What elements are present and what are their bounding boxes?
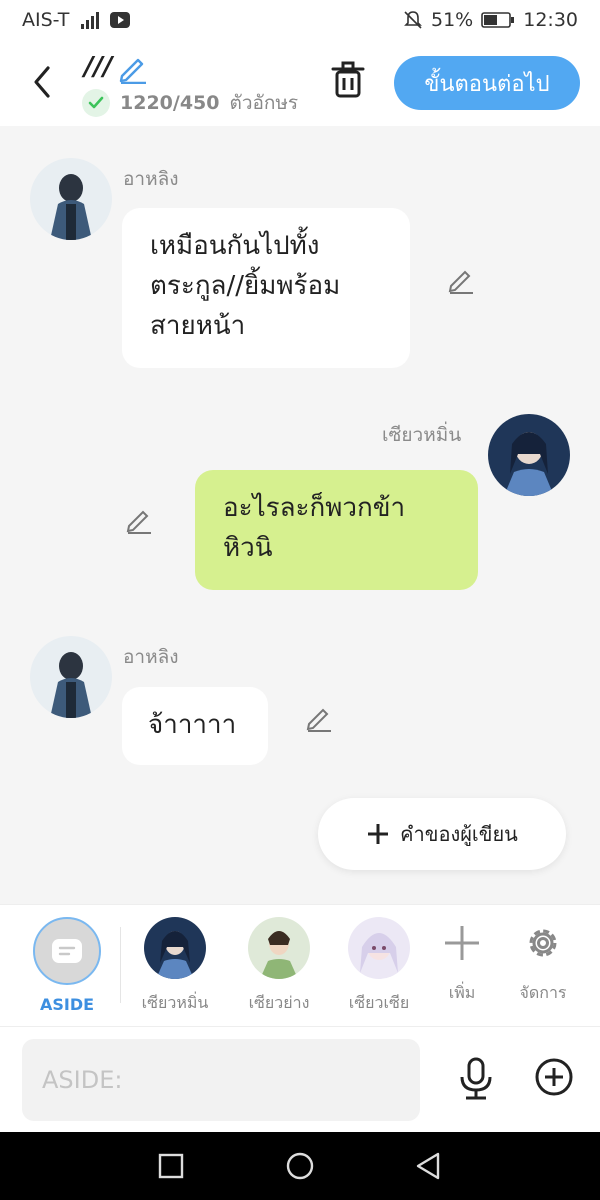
clock: 12:30: [523, 9, 578, 31]
back-icon[interactable]: [28, 62, 58, 102]
recent-apps-icon[interactable]: [158, 1153, 184, 1179]
manage-label: จัดการ: [519, 983, 567, 1002]
plus-icon: [368, 824, 389, 844]
message-bubble[interactable]: เหมือนกันไปทั้ง ตระกูล//ยิ้มพร้อม สายหน้…: [122, 208, 410, 368]
gear-icon: [529, 929, 557, 957]
editor-header: /// 1220/450 ตัวอักษร ขั้นตอนต่อไป: [0, 42, 600, 126]
author-note-label: คำของผู้เขียน: [400, 822, 518, 846]
character-count-row: 1220/450 ตัวอักษร: [82, 88, 302, 118]
character-label: เซียวหมิ่น: [141, 993, 209, 1012]
avatar[interactable]: [30, 636, 112, 718]
mute-bell-icon: [404, 11, 422, 29]
sender-name: เซียวหมิ่น: [382, 424, 462, 446]
character-count-label: ตัวอักษร: [229, 92, 299, 114]
edit-message-icon[interactable]: [446, 264, 476, 294]
avatar[interactable]: [488, 414, 570, 496]
trash-icon[interactable]: [330, 60, 366, 100]
character-label: ASIDE: [39, 995, 95, 1014]
status-bar: AIS-T 51% 12:30: [0, 0, 600, 42]
back-nav-icon[interactable]: [414, 1151, 442, 1181]
system-nav-bar: [0, 1132, 600, 1200]
check-icon: [82, 89, 110, 117]
character-bar: ASIDE เซียวหมิ่น เซียวย่าง เซียวเซีย เพิ…: [0, 904, 600, 1027]
character-item[interactable]: เซียวหมิ่น: [130, 917, 220, 1016]
add-label: เพิ่ม: [448, 983, 476, 1002]
message-bubble[interactable]: อะไรละก็พวกข้า หิวนิ: [195, 470, 478, 590]
manage-characters-button[interactable]: จัดการ: [498, 917, 588, 1006]
chat-area: อาหลิง เหมือนกันไปทั้ง ตระกูล//ยิ้มพร้อม…: [0, 126, 600, 904]
story-title[interactable]: ///: [84, 52, 113, 82]
message-bubble[interactable]: จ้าาาาา: [122, 687, 268, 765]
edit-message-icon[interactable]: [124, 504, 154, 534]
character-count: 1220/450: [120, 92, 220, 114]
edit-message-icon[interactable]: [304, 702, 334, 732]
add-character-button[interactable]: เพิ่ม: [418, 917, 506, 1006]
message-input[interactable]: [22, 1039, 420, 1121]
author-note-button[interactable]: คำของผู้เขียน: [318, 798, 566, 870]
screen-record-icon: [110, 12, 131, 28]
divider: [120, 927, 121, 1003]
battery-percent: 51%: [431, 9, 474, 31]
sender-name: อาหลิง: [123, 646, 179, 668]
signal-icon: [81, 12, 100, 29]
character-label: เซียวย่าง: [248, 993, 310, 1012]
character-label: เซียวเซีย: [348, 993, 410, 1012]
edit-title-icon[interactable]: [116, 52, 148, 84]
character-item[interactable]: เซียวเซีย: [336, 917, 422, 1016]
avatar[interactable]: [30, 158, 112, 240]
add-circle-icon[interactable]: [534, 1057, 574, 1097]
battery-icon: [481, 12, 515, 28]
character-item[interactable]: เซียวย่าง: [234, 917, 324, 1016]
input-bar: [0, 1026, 600, 1133]
home-icon[interactable]: [285, 1151, 315, 1181]
sender-name: อาหลิง: [123, 168, 179, 190]
next-step-button[interactable]: ขั้นตอนต่อไป: [394, 56, 580, 110]
character-aside[interactable]: ASIDE: [22, 917, 112, 1014]
chat-bubble-icon: [52, 939, 82, 963]
plus-icon: [445, 926, 479, 960]
carrier-label: AIS-T: [22, 9, 70, 31]
microphone-icon[interactable]: [458, 1057, 494, 1101]
